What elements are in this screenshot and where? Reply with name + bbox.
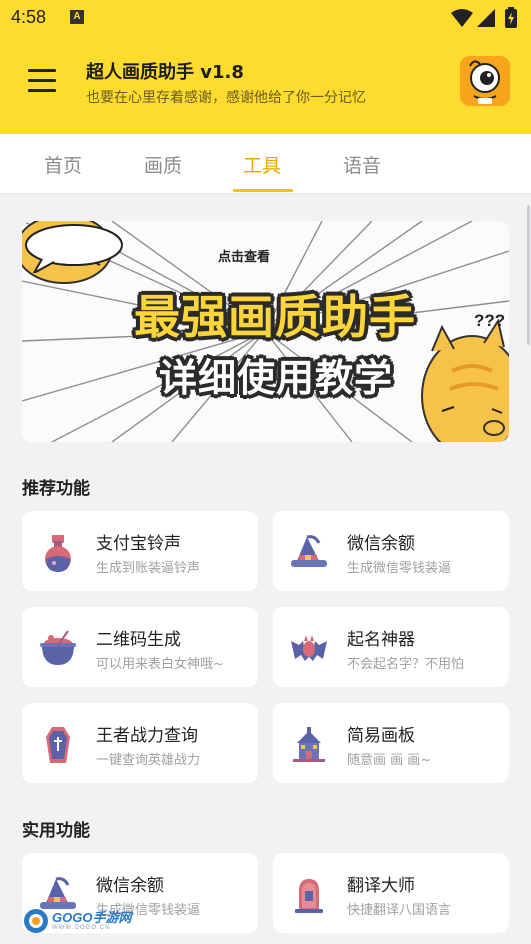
potion-bottle-icon <box>45 535 71 572</box>
monster-avatar-icon[interactable] <box>460 56 510 106</box>
banner-question-marks: ??? <box>474 311 506 330</box>
card-desc: 不会起名字？不用怕 <box>347 657 465 672</box>
card-simple-drawing-board[interactable]: 简易画板 随意画 画 画~ <box>273 703 509 783</box>
banner-subheadline: 详细使用教学 <box>158 356 393 400</box>
app-title: 超人画质助手 v1.8 <box>86 62 244 83</box>
card-title: 微信余额 <box>347 534 415 554</box>
status-time: 4:58 <box>11 7 47 27</box>
tab-quality[interactable]: 画质 <box>144 151 182 178</box>
banner-headline: 最强画质助手 <box>134 290 416 344</box>
hamburger-menu-icon[interactable] <box>28 69 56 92</box>
text-a-icon: A <box>70 10 84 24</box>
card-desc: 随意画 画 画~ <box>347 753 432 768</box>
card-title: 王者战力查询 <box>96 726 198 746</box>
coffin-icon <box>46 727 70 763</box>
card-translator[interactable]: 翻译大师 快捷翻译八国语言 <box>273 853 509 933</box>
card-qrcode-generator[interactable]: 二维码生成 可以用来表白女神哦~ <box>22 607 258 687</box>
app-subtitle: 也要在心里存着感谢，感谢他给了你一分记忆 <box>86 90 366 106</box>
tab-voice[interactable]: 语音 <box>343 151 381 178</box>
haunted-house-icon <box>293 727 325 762</box>
card-title: 支付宝铃声 <box>96 534 181 554</box>
card-wechat-balance[interactable]: 微信余额 生成微信零钱装逼 <box>273 511 509 591</box>
card-title: 简易画板 <box>347 726 415 746</box>
card-title: 二维码生成 <box>96 630 181 650</box>
card-desc: 生成到账装逼铃声 <box>96 561 201 576</box>
tab-active-indicator <box>233 189 293 192</box>
speech-bubble-icon <box>25 224 123 273</box>
card-name-generator[interactable]: 起名神器 不会起名字？不用怕 <box>273 607 509 687</box>
section-title-practical: 实用功能 <box>22 821 90 841</box>
watermark-brand: GOGO手游网 <box>52 910 132 925</box>
card-desc: 可以用来表白女神哦~ <box>96 657 224 672</box>
card-alipay-ringtone[interactable]: 支付宝铃声 生成到账装逼铃声 <box>22 511 258 591</box>
cauldron-icon <box>40 630 76 665</box>
card-title: 微信余额 <box>96 876 164 896</box>
tab-tools[interactable]: 工具 <box>243 151 281 178</box>
watermark-url: WWW.GOGO.CN <box>52 925 111 931</box>
tab-home[interactable]: 首页 <box>44 151 82 178</box>
banner-bubble-text: 点击查看 <box>218 250 271 265</box>
card-desc: 快捷翻译八国语言 <box>347 903 452 918</box>
app-bar: 超人画质助手 v1.8 也要在心里存着感谢，感谢他给了你一分记忆 <box>0 36 531 134</box>
tab-bar: 首页 画质 工具 语音 <box>0 134 531 194</box>
scrollbar[interactable] <box>527 205 530 345</box>
card-honor-of-kings-power[interactable]: 王者战力查询 一键查询英雄战力 <box>22 703 258 783</box>
tutorial-banner[interactable]: 点击查看 最强画质助手 详细使用教学 ??? <box>22 221 509 442</box>
tombstone-icon <box>295 879 323 913</box>
card-desc: 一键查询英雄战力 <box>96 753 201 768</box>
section-title-recommended: 推荐功能 <box>22 479 90 499</box>
card-title: 起名神器 <box>347 630 415 650</box>
card-desc: 生成微信零钱装逼 <box>347 561 452 576</box>
card-title: 翻译大师 <box>347 876 415 896</box>
status-bar: 4:58 A <box>0 0 531 36</box>
wifi-icon <box>451 9 473 27</box>
bat-icon <box>291 635 327 661</box>
system-status-icons <box>451 7 517 28</box>
signal-icon <box>477 9 495 27</box>
wizard-hat-icon <box>291 535 327 567</box>
